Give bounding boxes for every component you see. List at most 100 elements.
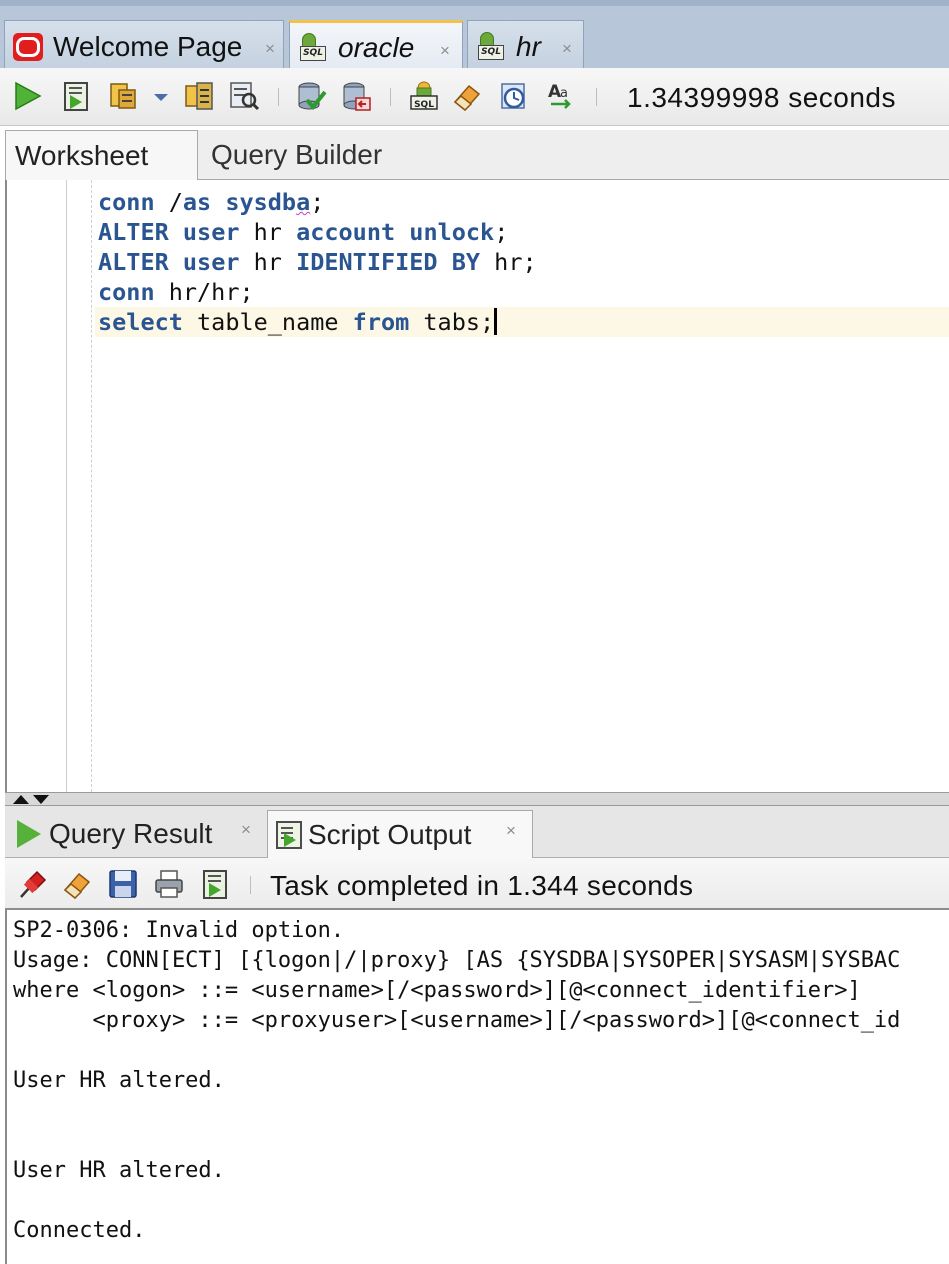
sql-history-icon[interactable] [498,80,530,112]
close-icon[interactable]: × [241,820,251,840]
code-line[interactable]: select table_name from tabs; [95,307,949,337]
sql-keyword: user [182,248,240,276]
toolbar-separator [390,88,391,106]
eraser-icon[interactable] [61,868,93,900]
toolbar-separator [278,88,279,106]
output-line: where <logon> ::= <username>[/<password>… [13,978,861,1003]
sql-connection-icon: SQL [298,32,328,63]
sql-keyword: IDENTIFIED [296,248,438,276]
sql-keyword: from [352,308,410,336]
tab-script-output[interactable]: Script Output × [267,810,533,859]
document-tab-bar: Welcome Page × SQL oracle × SQL hr × [0,0,949,72]
elapsed-time: 1.34399998 seconds [627,82,896,113]
clear-icon[interactable] [451,80,483,112]
save-icon[interactable] [107,868,139,900]
sql-keyword: ALTER [98,248,169,276]
code-line[interactable]: ALTER user hr IDENTIFIED BY hr; [98,247,537,277]
output-line: <proxy> ::= <proxyuser>[<username>][/<pa… [13,1008,901,1033]
output-line: Usage: CONN[ECT] [{logon|/|proxy} [AS {S… [13,948,901,973]
dropdown-arrow-icon[interactable] [150,80,172,112]
svg-text:a: a [560,86,568,101]
sql-text: / [154,188,183,216]
rollback-icon[interactable] [340,80,372,112]
code-line[interactable]: ALTER user hr account unlock; [98,217,508,247]
output-tab-bar: Query Result × Script Output × [5,806,949,859]
sql-tuning-icon[interactable] [228,80,260,112]
run-statement-icon[interactable] [12,80,44,112]
commit-icon[interactable] [295,80,327,112]
format-case-icon[interactable]: A a [545,80,577,112]
tab-hr[interactable]: SQL hr × [467,20,584,72]
toolbar-separator [596,88,597,106]
close-icon[interactable]: × [440,41,450,61]
output-toolbar: Task completed in 1.344 seconds [5,858,949,910]
editor-mode-tabs: Worksheet Query Builder [5,130,949,181]
close-icon[interactable]: × [562,39,572,59]
sql-text: hr [239,218,297,246]
sql-keyword: BY [451,248,481,276]
sql-keyword: ALTER [98,218,169,246]
panel-splitter[interactable] [5,792,949,806]
script-icon [276,821,302,849]
tab-label: Welcome Page [53,30,243,62]
sql-editor[interactable]: conn /as sysdba; ALTER user hr account un… [5,180,949,792]
sql-keyword: as [182,188,212,216]
expand-down-icon[interactable] [33,795,49,804]
task-status: Task completed in 1.344 seconds [270,870,694,901]
output-line: User HR altered. [13,1068,225,1093]
close-icon[interactable]: × [265,39,275,59]
tab-oracle[interactable]: SQL oracle × [289,20,463,72]
fold-guide [91,180,92,792]
code-line[interactable]: conn hr/hr; [98,277,254,307]
sql-text: ; [494,218,509,246]
sql-text: hr/hr; [154,278,254,306]
worksheet-toolbar: SQL A a 1.34399998 seconds [0,68,949,126]
oracle-logo-icon [13,32,43,61]
sql-keyword: account [296,218,396,246]
sql-keyword: user [182,218,240,246]
tab-label: hr [516,30,541,62]
text-caret [494,308,498,335]
explain-plan-icon[interactable] [183,80,215,112]
line-gutter [7,180,67,792]
sql-text: table_name [182,308,353,336]
tab-welcome-page[interactable]: Welcome Page × [4,20,284,72]
sql-text: ; [310,188,325,216]
run-script-icon[interactable] [199,868,231,900]
sql-keyword: sysdb [225,188,297,216]
output-line: SP2-0306: Invalid option. [13,918,345,943]
sql-keyword: conn [98,278,155,306]
output-line: User HR altered. [13,1158,225,1183]
print-icon[interactable] [153,868,185,900]
sql-text: tabs; [409,308,495,336]
tab-label: Script Output [308,819,472,850]
sql-keyword: select [98,308,183,336]
output-line: Connected. [13,1218,146,1243]
sql-keyword: conn [98,188,155,216]
autotrace-icon[interactable] [107,80,139,112]
sql-connection-icon: SQL [476,31,506,62]
tab-query-result[interactable]: Query Result × [9,810,261,858]
run-script-icon[interactable] [60,80,92,112]
svg-text:SQL: SQL [414,100,434,110]
tab-worksheet[interactable]: Worksheet [5,130,198,181]
sql-keyword: a [296,188,311,216]
close-icon[interactable]: × [506,821,516,841]
tab-query-builder[interactable]: Query Builder [202,130,442,180]
script-output-pane[interactable]: SP2-0306: Invalid option. Usage: CONN[ECT… [5,910,949,1264]
pin-icon[interactable] [17,868,49,900]
expand-up-icon[interactable] [13,795,29,804]
sql-text: hr [239,248,297,276]
tab-label: Query Result [49,818,213,849]
unshared-sql-icon[interactable]: SQL [408,80,440,112]
sql-text: hr; [480,248,537,276]
code-line[interactable]: conn /as sysdba; [98,187,324,217]
toolbar-separator [250,876,251,894]
sql-keyword: unlock [409,218,495,246]
tab-label: oracle [338,31,415,63]
